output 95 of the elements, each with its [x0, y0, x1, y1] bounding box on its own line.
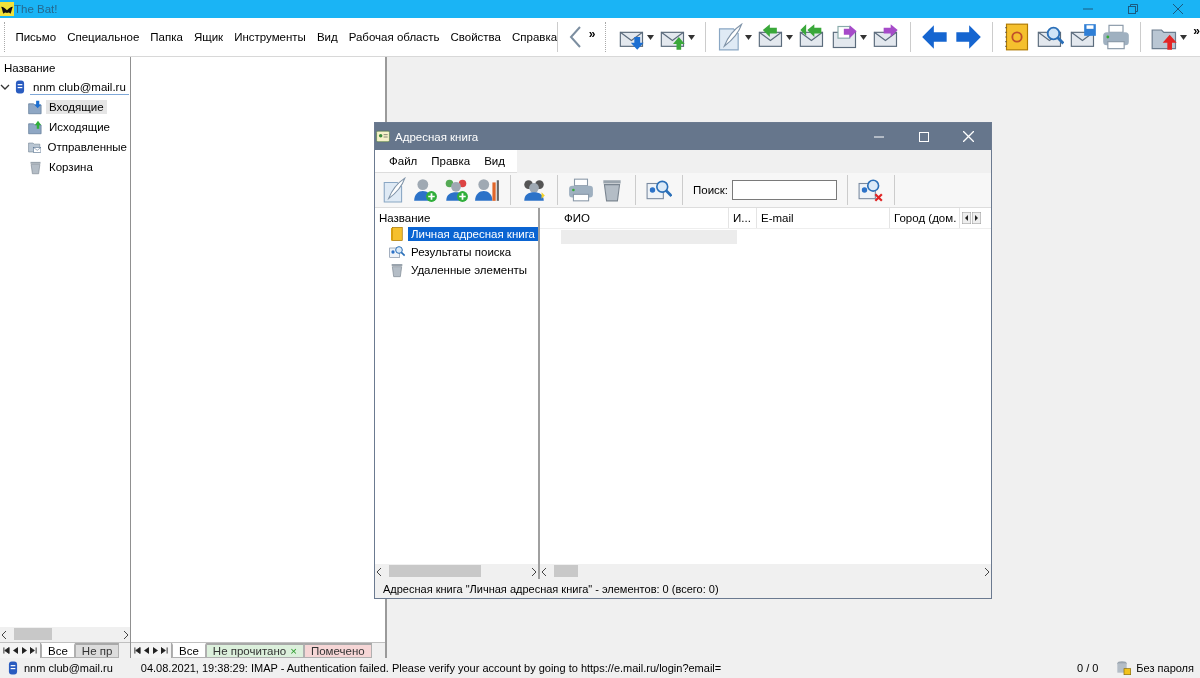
menu-item[interactable]: Специальное — [67, 31, 140, 43]
column-header[interactable]: И... — [729, 208, 757, 228]
search-label: Поиск: — [693, 184, 729, 196]
scrollbar-thumb[interactable] — [14, 628, 52, 640]
search-field[interactable] — [732, 180, 838, 200]
menu-item[interactable]: Письмо — [15, 31, 57, 43]
mailbox-icon — [6, 661, 20, 675]
tree-item[interactable]: Результаты поиска — [408, 245, 515, 259]
trash-icon — [28, 159, 43, 175]
scroll-left-icon[interactable] — [540, 567, 548, 576]
mailbox-icon — [13, 80, 27, 94]
window-title: Адресная книга — [395, 130, 480, 143]
card-magnifier-icon — [389, 244, 405, 260]
book-icon — [389, 226, 405, 242]
menu-item[interactable]: Инструменты — [234, 31, 306, 43]
scroll-right-icon[interactable] — [122, 630, 130, 639]
quill-page-icon — [716, 23, 745, 51]
tree-item[interactable]: Отправленные — [44, 140, 130, 154]
scroll-right-icon[interactable] — [983, 567, 991, 576]
caret-icon[interactable] — [647, 34, 655, 40]
caret-icon[interactable] — [786, 34, 794, 40]
column-header[interactable]: ФИО — [560, 208, 729, 228]
quill-page-icon[interactable] — [381, 177, 407, 203]
caret-icon[interactable] — [1180, 34, 1188, 40]
menu-item[interactable]: Вид — [316, 31, 338, 43]
chevron-left-icon[interactable] — [567, 25, 584, 49]
card-magnifier-cross-icon[interactable] — [858, 177, 885, 203]
person-plus-icon[interactable] — [412, 177, 438, 203]
folder-up-arrow-icon — [28, 119, 43, 135]
tree-item[interactable]: Корзина — [46, 160, 96, 174]
folder-envelope-icon — [28, 139, 42, 155]
menu-item[interactable]: Рабочая область — [348, 31, 440, 43]
security-status: Без пароля — [1136, 662, 1194, 674]
next-icon[interactable] — [21, 647, 28, 654]
tree-item[interactable]: Личная адресная книга — [407, 227, 538, 241]
menu-item[interactable]: Правка — [431, 155, 471, 167]
people-plus-icon[interactable] — [443, 177, 469, 203]
menu-item[interactable]: Ящик — [193, 31, 224, 43]
scroll-right-icon[interactable] — [972, 212, 981, 224]
bat-logo-icon — [0, 2, 14, 16]
scroll-left-icon[interactable] — [375, 567, 383, 576]
next-icon[interactable] — [152, 647, 159, 654]
trash-icon — [389, 262, 405, 278]
caret-icon[interactable] — [688, 34, 696, 40]
menu-item[interactable]: Папка — [150, 31, 183, 43]
person-tools-icon[interactable] — [474, 177, 500, 203]
column-header: Название — [3, 61, 57, 76]
scroll-left-icon[interactable] — [0, 630, 8, 639]
column-header: Название — [378, 211, 432, 225]
horizontal-scrollbar[interactable] — [540, 564, 991, 579]
message-counter: 0 / 0 — [1076, 662, 1099, 674]
scroll-right-icon[interactable] — [530, 567, 538, 576]
folder-down-arrow-icon — [28, 99, 43, 115]
menu-item[interactable]: Свойства — [450, 31, 501, 43]
maximize-icon[interactable] — [918, 131, 929, 142]
horizontal-scrollbar[interactable] — [0, 627, 130, 642]
tree-item[interactable]: Удаленные элементы — [408, 263, 531, 277]
printer-icon[interactable] — [568, 177, 594, 203]
window-title: The Bat! — [14, 3, 59, 15]
horizontal-scrollbar[interactable] — [375, 564, 538, 579]
last-icon[interactable] — [30, 647, 37, 654]
tab[interactable]: Не пр — [74, 643, 120, 658]
tree-item[interactable]: nnm club@mail.ru — [30, 79, 129, 95]
previous-icon[interactable] — [143, 647, 150, 654]
scroll-left-icon[interactable] — [962, 212, 971, 224]
caret-icon[interactable] — [860, 34, 868, 40]
scrollbar-thumb[interactable] — [554, 565, 578, 577]
status-message: 04.08.2021, 19:38:29: IMAP - Authentication failed. Please verify your account by going to https://e.mail.ru/login?email= — [140, 662, 723, 674]
database-lock-icon — [1116, 660, 1133, 676]
overflow-chevron[interactable]: » — [1193, 24, 1200, 38]
account-name: nnm club@mail.ru — [24, 662, 113, 674]
caret-icon[interactable] — [745, 34, 753, 40]
tree-item[interactable]: Входящие — [46, 100, 107, 114]
close-icon[interactable] — [1172, 4, 1183, 14]
last-icon[interactable] — [161, 647, 168, 654]
tab[interactable]: Помечено — [303, 643, 372, 658]
tab[interactable]: Не прочитано × — [205, 643, 304, 658]
menu-item[interactable]: Справка — [512, 31, 558, 43]
address-card-icon — [375, 129, 391, 144]
people-icon[interactable] — [521, 177, 547, 203]
chevron-down-icon[interactable] — [0, 82, 10, 92]
tree-item[interactable]: Исходящие — [46, 120, 113, 134]
overflow-chevron[interactable]: » — [588, 27, 596, 41]
previous-icon[interactable] — [12, 647, 19, 654]
scrollbar-thumb[interactable] — [389, 565, 481, 577]
tab[interactable]: Все — [172, 643, 206, 658]
tab[interactable]: Все — [41, 643, 75, 658]
menu-item[interactable]: Вид — [484, 155, 505, 167]
menu-item[interactable]: Файл — [389, 155, 418, 167]
column-header[interactable]: E-mail — [757, 208, 890, 228]
restore-icon[interactable] — [1127, 4, 1138, 14]
status-text: Адресная книга "Личная адресная книга" - элементов: 0 (всего: 0) — [382, 581, 720, 597]
column-header[interactable]: Город (дом. — [890, 208, 960, 228]
first-icon[interactable] — [3, 647, 10, 654]
first-icon[interactable] — [134, 647, 141, 654]
